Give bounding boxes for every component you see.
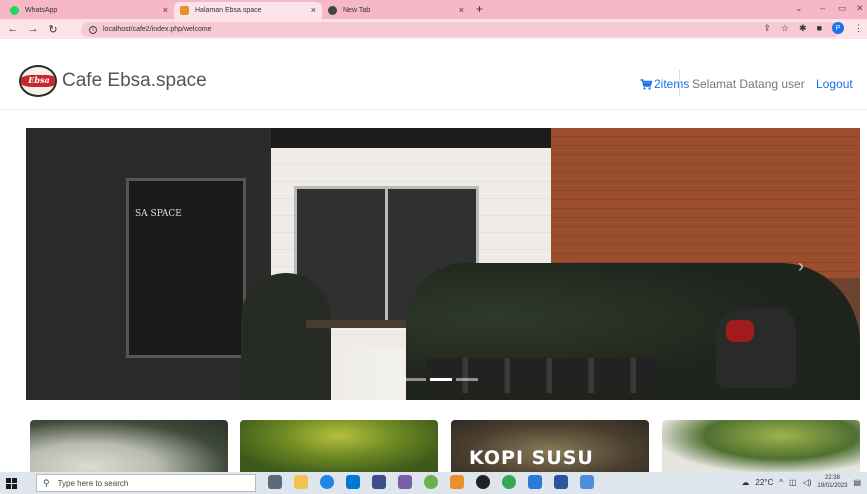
tab-label: New Tab [343, 7, 371, 14]
product-card-leaves[interactable] [240, 420, 438, 472]
chrome-icon [328, 6, 337, 15]
nav-divider [679, 70, 680, 96]
carousel-indicator[interactable] [456, 378, 478, 381]
product-card-drink[interactable] [30, 420, 228, 472]
cart-count: 2items [654, 77, 690, 91]
app-icon[interactable] [424, 475, 438, 489]
address-bar[interactable]: i localhost/cafe2/index.php/welcome [81, 22, 841, 37]
plant-pots [426, 358, 656, 393]
toolbar-icons: ⇪ ☆ ✱ ■ P ⋮ [763, 22, 863, 34]
tab-halaman-ebsa[interactable]: Halaman Ebsa.space × [174, 2, 322, 19]
menu-icon[interactable]: ⋮ [854, 23, 863, 34]
info-icon[interactable]: i [89, 25, 97, 34]
taskbar-apps [268, 475, 594, 489]
glass-door: SA SPACE [126, 178, 246, 358]
product-card-kopi-susu[interactable]: KOPI SUSU [451, 420, 649, 472]
carousel-next-icon[interactable]: › [798, 256, 804, 277]
cart-icon [640, 78, 652, 90]
notifications-icon[interactable]: ▤ [853, 478, 861, 487]
windows-taskbar: ⚲ Type here to search ☁ 22°C ^ ◫ ◁) 22:3… [0, 472, 867, 494]
clock-date: 19/01/2023 [817, 483, 848, 489]
plant-left [241, 273, 331, 400]
tab-label: WhatsApp [25, 7, 58, 14]
app-icon[interactable] [398, 475, 412, 489]
forward-icon[interactable]: → [26, 23, 40, 35]
back-icon[interactable]: ← [6, 23, 20, 35]
url-text: localhost/cafe2/index.php/welcome [103, 26, 212, 33]
tab-label: Halaman Ebsa.space [195, 7, 262, 14]
search-placeholder: Type here to search [57, 478, 129, 488]
weather-icon[interactable]: ☁ [741, 478, 749, 487]
carousel-indicator-active[interactable] [430, 378, 452, 381]
reload-icon[interactable]: ↻ [46, 23, 60, 36]
tab-search-icon[interactable]: ⌄ [795, 3, 803, 14]
clock-time: 22:38 [824, 475, 840, 481]
browser-toolbar: ← → ↻ i localhost/cafe2/index.php/welcom… [0, 19, 867, 39]
sidepanel-icon[interactable]: ■ [817, 23, 822, 33]
kopi-susu-text: KOPI SUSU [469, 447, 594, 469]
close-tab-icon[interactable]: × [311, 5, 316, 15]
cart-link[interactable]: 2items [640, 77, 689, 91]
system-tray: ☁ 22°C ^ ◫ ◁) 22:38 19/01/2023 ▤ [741, 474, 861, 490]
dropbox-icon[interactable] [372, 475, 386, 489]
close-window-icon[interactable]: ✕ [856, 3, 864, 14]
photos-icon[interactable] [580, 475, 594, 489]
xampp-icon[interactable] [450, 475, 464, 489]
tab-whatsapp[interactable]: WhatsApp × [4, 2, 174, 19]
site-navbar: Ebsa Cafe Ebsa.space 2items Selamat Data… [0, 56, 867, 110]
new-tab-button[interactable]: + [476, 2, 483, 16]
bookmark-star-icon[interactable]: ☆ [781, 23, 789, 34]
carousel-indicators [404, 378, 478, 381]
vscode-icon[interactable] [528, 475, 542, 489]
extensions-icon[interactable]: ✱ [799, 23, 807, 34]
clock[interactable]: 22:38 19/01/2023 [817, 474, 847, 490]
edge-icon[interactable] [320, 475, 334, 489]
door-sign: SA SPACE [135, 209, 182, 219]
file-explorer-icon[interactable] [294, 475, 308, 489]
hero-carousel[interactable]: SA SPACE › [26, 128, 860, 400]
logo-text: Ebsa [28, 75, 50, 85]
restore-icon[interactable]: ▭ [838, 3, 847, 14]
tray-chevron-icon[interactable]: ^ [779, 478, 783, 487]
app-icon[interactable] [476, 475, 490, 489]
product-card-plant[interactable] [662, 420, 860, 472]
network-icon[interactable]: ◫ [789, 478, 797, 487]
brand-name[interactable]: Cafe Ebsa.space [62, 70, 207, 92]
volume-icon[interactable]: ◁) [803, 478, 812, 487]
word-icon[interactable] [554, 475, 568, 489]
close-tab-icon[interactable]: × [459, 5, 464, 15]
taskbar-search[interactable]: ⚲ Type here to search [36, 474, 256, 492]
chrome-taskbar-icon[interactable] [502, 475, 516, 489]
close-tab-icon[interactable]: × [163, 5, 168, 15]
scooter [716, 308, 796, 388]
browser-tab-strip: WhatsApp × Halaman Ebsa.space × New Tab … [0, 0, 867, 19]
windows-logo-icon [5, 477, 17, 489]
mail-icon[interactable] [346, 475, 360, 489]
carousel-indicator[interactable] [404, 378, 426, 381]
cafe-logo[interactable]: Ebsa [19, 65, 57, 97]
share-icon[interactable]: ⇪ [763, 23, 771, 34]
minimize-icon[interactable]: – [820, 3, 825, 13]
ebsa-favicon-icon [180, 6, 189, 15]
welcome-text: Selamat Datang user [692, 77, 805, 91]
tab-new-tab[interactable]: New Tab × [322, 2, 470, 19]
whatsapp-icon [10, 6, 19, 15]
profile-avatar[interactable]: P [832, 22, 844, 34]
weather-temp[interactable]: 22°C [755, 478, 773, 487]
search-icon: ⚲ [43, 477, 50, 488]
logout-link[interactable]: Logout [816, 77, 853, 91]
wood-wall [551, 128, 860, 278]
start-button[interactable] [0, 472, 22, 494]
task-view-icon[interactable] [268, 475, 282, 489]
